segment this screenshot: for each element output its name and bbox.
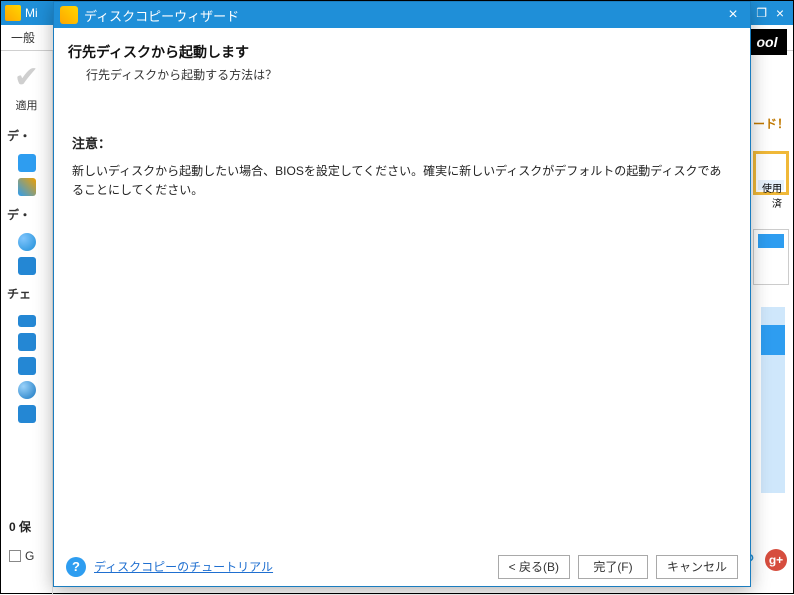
cancel-button[interactable]: キャンセル bbox=[656, 555, 738, 579]
finish-button[interactable]: 完了(F) bbox=[578, 555, 648, 579]
sidebar-head-disk-a: デ・ bbox=[1, 123, 52, 148]
sidebar-icon-properties[interactable] bbox=[18, 405, 36, 423]
g-checkbox-label: G bbox=[25, 549, 34, 563]
partition-stripe bbox=[761, 307, 785, 493]
disk-usage-label: 使用済 bbox=[758, 180, 784, 190]
disk-bar-box bbox=[753, 229, 789, 285]
parent-restore-icon[interactable]: ❐ bbox=[756, 6, 767, 20]
wizard-content: 注意： 新しいディスクから起動したい場合、BIOSを設定してください。確実に新し… bbox=[54, 93, 750, 546]
sidebar-icon-globe[interactable] bbox=[18, 233, 36, 251]
wizard-titlebar: ディスクコピーウィザード × bbox=[54, 2, 750, 28]
tutorial-link[interactable]: ディスクコピーのチュートリアル bbox=[94, 558, 273, 575]
brand-logo-fragment: ool bbox=[747, 29, 787, 55]
wizard-title: ディスクコピーウィザード bbox=[84, 6, 239, 25]
apply-check-icon: ✔ bbox=[7, 63, 47, 93]
sidebar-head-check: チェ bbox=[1, 281, 52, 306]
disk-usage-box: 使用済 bbox=[753, 151, 789, 195]
sidebar-icon-migration[interactable] bbox=[18, 178, 36, 196]
sidebar-head-disk-b: デ・ bbox=[1, 202, 52, 227]
sidebar-icon-tools[interactable] bbox=[18, 333, 36, 351]
wizard-footer: ? ディスクコピーのチュートリアル < 戻る(B) 完了(F) キャンセル bbox=[54, 546, 750, 586]
google-plus-icon[interactable]: g+ bbox=[765, 549, 787, 571]
parent-close-icon[interactable]: × bbox=[771, 5, 789, 21]
sidebar-icon-clipboard[interactable] bbox=[18, 357, 36, 375]
g-checkbox-box[interactable] bbox=[9, 550, 21, 562]
sidebar-icon-partition[interactable] bbox=[18, 154, 36, 172]
wizard-subheading: 行先ディスクから起動する方法は？ bbox=[86, 66, 736, 83]
toolbar-general[interactable]: 一般 bbox=[11, 29, 35, 46]
help-icon[interactable]: ? bbox=[66, 557, 86, 577]
parent-title-fragment: Mi bbox=[25, 6, 38, 20]
app-icon bbox=[5, 5, 21, 21]
sidebar-icon-surface[interactable] bbox=[18, 381, 36, 399]
apply-label[interactable]: 適用 bbox=[1, 97, 52, 113]
wizard-heading: 行先ディスクから起動します bbox=[68, 42, 736, 62]
back-button[interactable]: < 戻る(B) bbox=[498, 555, 570, 579]
wizard-header: 行先ディスクから起動します 行先ディスクから起動する方法は？ bbox=[54, 28, 750, 93]
sidebar-icon-refresh[interactable] bbox=[18, 257, 36, 275]
sidebar-icon-align[interactable] bbox=[18, 315, 36, 327]
wizard-suffix-fragment: ード！ bbox=[753, 115, 789, 132]
disk-copy-wizard-dialog: ディスクコピーウィザード × 行先ディスクから起動します 行先ディスクから起動す… bbox=[53, 1, 751, 587]
sidebar: ✔ 適用 デ・ デ・ チェ bbox=[1, 51, 53, 595]
wizard-close-icon[interactable]: × bbox=[722, 6, 744, 24]
note-body: 新しいディスクから起動したい場合、BIOSを設定してください。確実に新しいディス… bbox=[72, 162, 732, 199]
note-heading: 注意： bbox=[72, 133, 732, 152]
pending-operations-label: 0 保 bbox=[9, 518, 31, 535]
g-checkbox[interactable]: G bbox=[9, 549, 34, 563]
wizard-app-icon bbox=[60, 6, 78, 24]
